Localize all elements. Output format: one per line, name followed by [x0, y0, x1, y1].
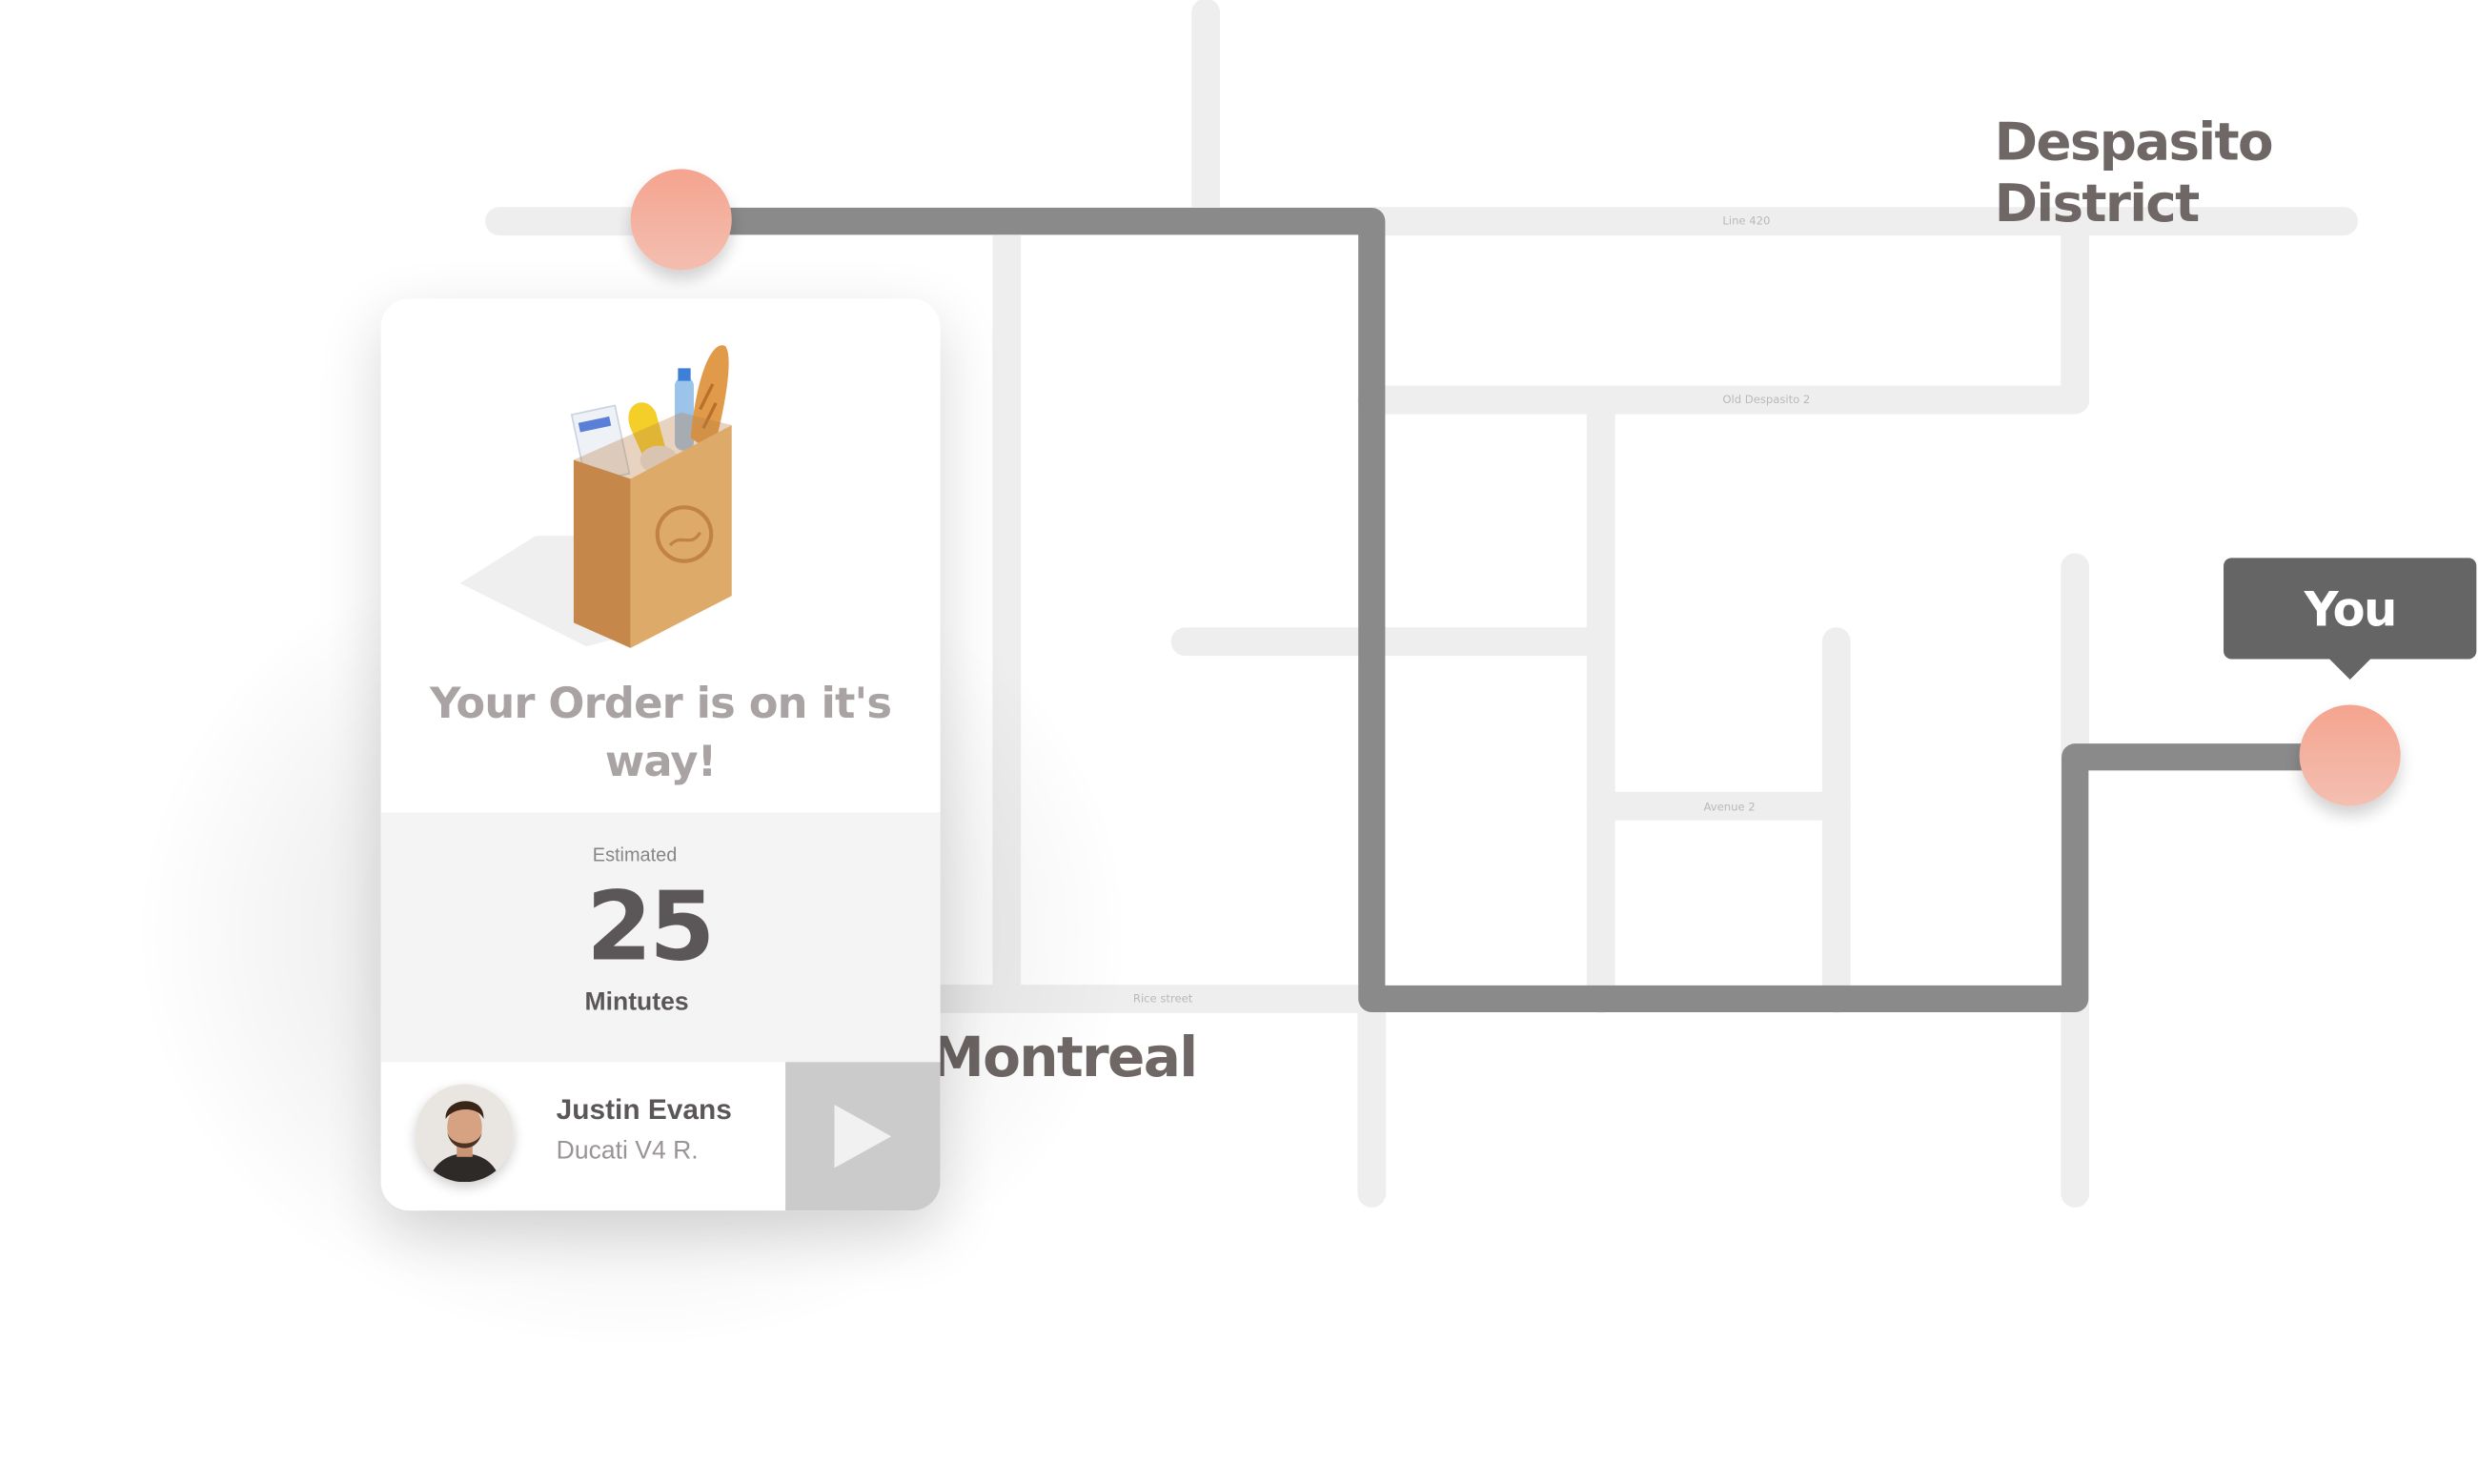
- you-label: You: [2304, 582, 2398, 639]
- delivery-tracking-stage: Line 420 Old Despasito 2 Avenue 2 Rice s…: [0, 0, 2478, 1482]
- driver-avatar: [416, 1084, 514, 1183]
- driver-avatar-image: [416, 1084, 514, 1183]
- your-location-pin[interactable]: [2299, 704, 2401, 806]
- street-label-line420: Line 420: [1722, 213, 1770, 227]
- eta-value: 25: [586, 872, 715, 984]
- callout-tail: [2327, 657, 2372, 681]
- driver-name: Justin Evans: [556, 1093, 732, 1126]
- order-status-card: Your Order is on it's way! Estimated 25 …: [380, 298, 941, 1211]
- play-icon: [834, 1105, 892, 1169]
- you-callout: You: [2224, 558, 2477, 681]
- eta-panel: Estimated 25 Mintutes: [380, 812, 941, 1063]
- bottle-cap: [678, 368, 691, 381]
- order-status-title: Your Order is on it's way!: [429, 680, 892, 787]
- street-label-avenue2: Avenue 2: [1704, 801, 1756, 814]
- eta-label: Estimated: [592, 844, 678, 866]
- driver-row: Justin Evans Ducati V4 R.: [381, 1062, 941, 1211]
- district-label-despasito: Despasito District: [1994, 111, 2274, 234]
- driver-vehicle: Ducati V4 R.: [556, 1137, 699, 1166]
- street-label-rice: Rice street: [1133, 991, 1193, 1005]
- play-button[interactable]: [785, 1062, 941, 1211]
- grocery-bag-illustration: [459, 345, 732, 648]
- street-labels: Line 420 Old Despasito 2 Avenue 2 Rice s…: [1133, 213, 1810, 1005]
- start-location-pin[interactable]: [630, 169, 732, 271]
- street-label-old-despasito: Old Despasito 2: [1722, 393, 1810, 406]
- bag-left-side: [573, 459, 631, 648]
- eta-unit: Mintutes: [584, 989, 689, 1017]
